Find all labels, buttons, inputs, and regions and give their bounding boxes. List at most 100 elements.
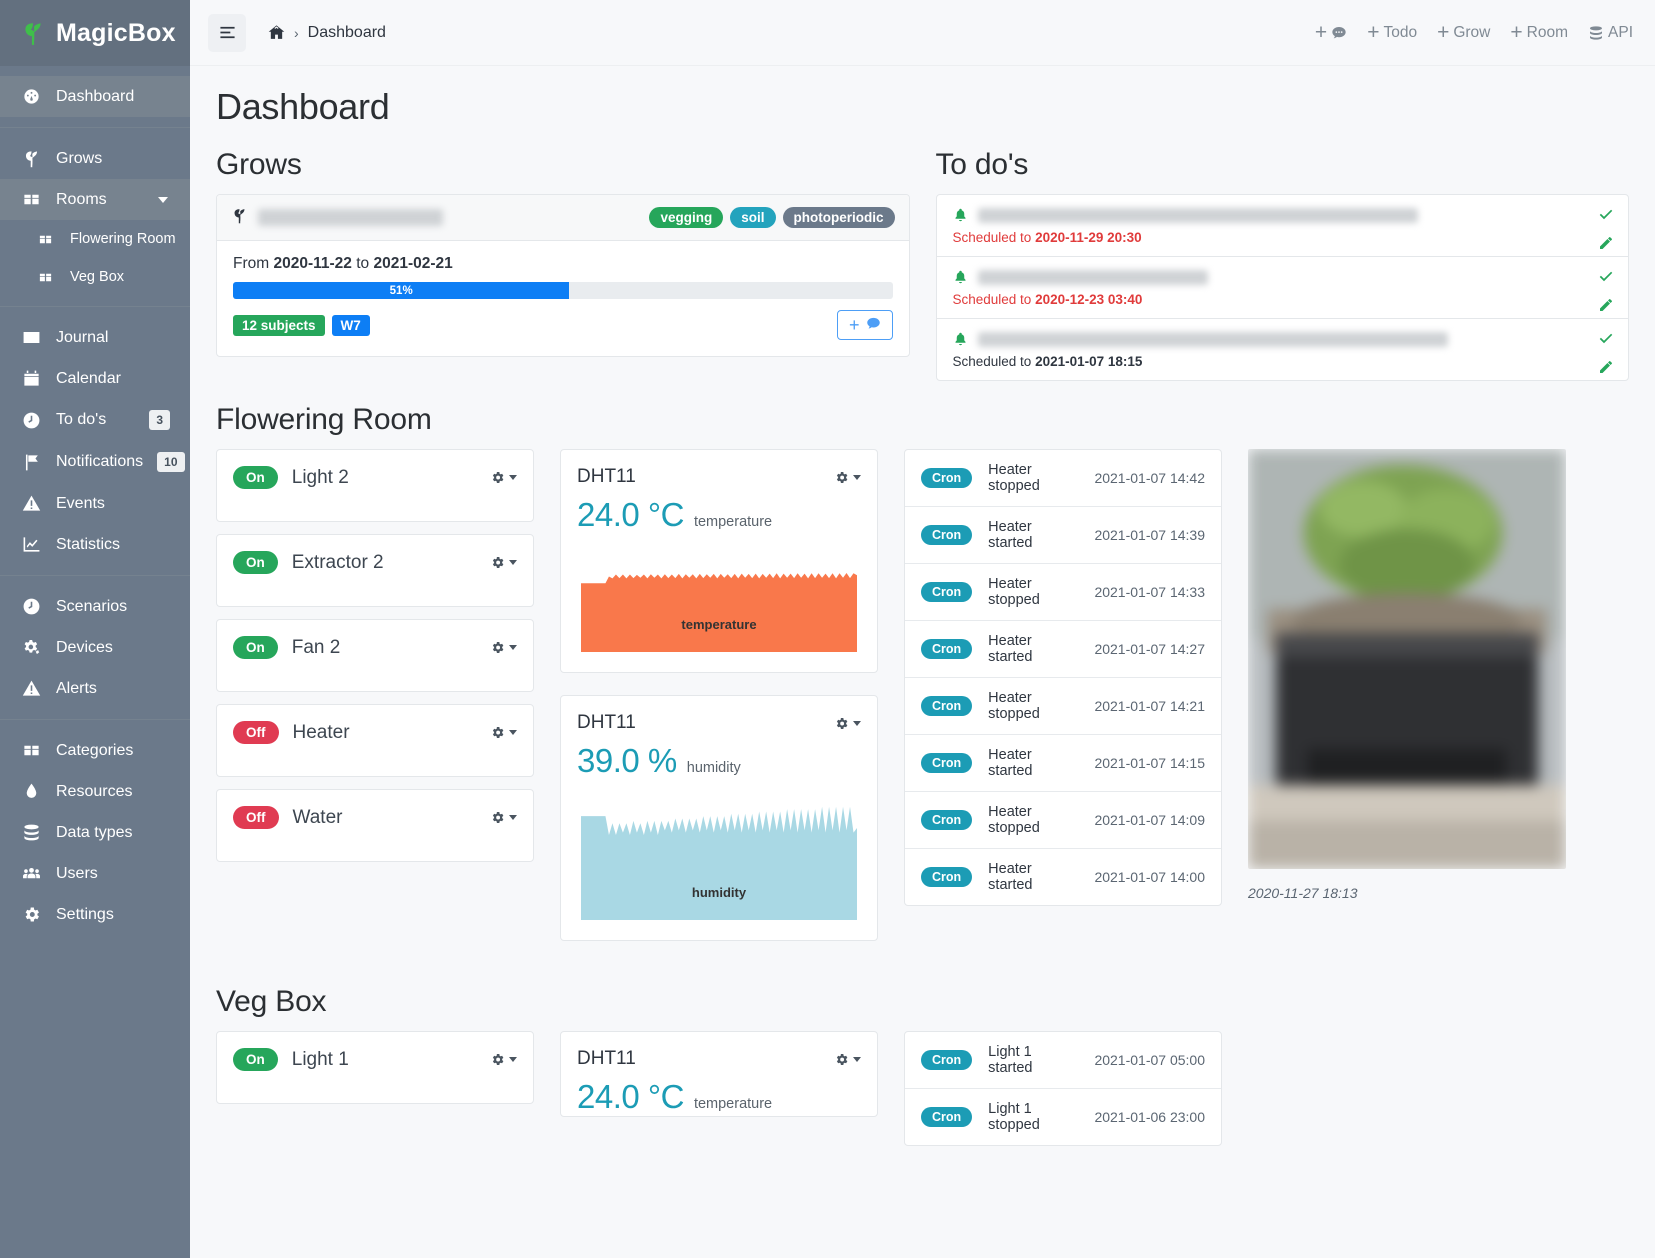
device-card[interactable]: On Fan 2 (216, 619, 534, 692)
sidebar-item-rooms[interactable]: Rooms (0, 179, 190, 220)
sensor-card-humidity[interactable]: DHT11 39.0 % humidity humidity (560, 695, 878, 941)
sensor-chart-humidity: humidity (581, 802, 857, 920)
gear-icon[interactable] (834, 716, 861, 731)
gear-icon[interactable] (490, 640, 517, 655)
sidebar-item-events[interactable]: Events (0, 483, 190, 524)
grow-card[interactable]: Critical Cheese #1 vegging soil photoper… (216, 194, 910, 357)
event-row[interactable]: Cron Heater stopped 2021-01-07 14:33 (905, 564, 1221, 621)
device-state-toggle[interactable]: On (233, 551, 278, 574)
add-room-button[interactable]: + Room (1510, 22, 1568, 43)
gear-icon[interactable] (834, 470, 861, 485)
event-row[interactable]: Cron Heater started 2021-01-07 14:27 (905, 621, 1221, 678)
sidebar-item-journal[interactable]: Journal (0, 317, 190, 358)
sidebar-item-scenarios[interactable]: Scenarios (0, 586, 190, 627)
sidebar-item-users[interactable]: Users (0, 853, 190, 894)
chevron-down-icon (509, 645, 517, 650)
edit-icon[interactable] (1598, 235, 1614, 251)
gear-icon[interactable] (834, 1052, 861, 1067)
list-item[interactable]: Redacted todo item text longer Scheduled… (937, 319, 1629, 380)
brand[interactable]: MagicBox (0, 0, 190, 66)
device-card[interactable]: On Extractor 2 (216, 534, 534, 607)
device-state-toggle[interactable]: On (233, 466, 278, 489)
room-photo-frame[interactable] (1248, 449, 1566, 869)
device-card[interactable]: On Light 1 (216, 1031, 534, 1104)
device-card[interactable]: Off Heater (216, 704, 534, 777)
sidebar-item-settings[interactable]: Settings (0, 894, 190, 935)
event-row[interactable]: Cron Heater started 2021-01-07 14:15 (905, 735, 1221, 792)
sidebar-item-label: Events (56, 494, 105, 512)
sensor-card-temperature[interactable]: DHT11 24.0 °C temperature (560, 1031, 878, 1117)
gear-icon[interactable] (490, 470, 517, 485)
database-icon (20, 823, 42, 842)
grows-section: Grows Critical Cheese #1 vegging soil ph… (216, 144, 910, 381)
sidebar-item-grows[interactable]: Grows (0, 138, 190, 179)
add-comment-button[interactable]: + (1315, 22, 1347, 43)
sensors-column: DHT11 24.0 °C temperature temperature DH… (560, 449, 878, 963)
event-message: Light 1 stopped (988, 1101, 1040, 1133)
sidebar-item-notifications[interactable]: Notifications 10 (0, 441, 190, 483)
event-timestamp: 2021-01-07 14:27 (1094, 641, 1205, 657)
device-state-toggle[interactable]: Off (233, 806, 279, 829)
sidebar-item-dashboard[interactable]: Dashboard (0, 76, 190, 117)
gear-icon[interactable] (490, 725, 517, 740)
event-row[interactable]: Cron Heater stopped 2021-01-07 14:09 (905, 792, 1221, 849)
check-icon[interactable] (1598, 331, 1614, 347)
event-row[interactable]: Cron Heater started 2021-01-07 14:00 (905, 849, 1221, 905)
add-todo-button[interactable]: + Todo (1367, 22, 1417, 43)
sidebar-item-statistics[interactable]: Statistics (0, 524, 190, 565)
event-row[interactable]: Cron Heater stopped 2021-01-07 14:42 (905, 450, 1221, 507)
device-state-toggle[interactable]: Off (233, 721, 279, 744)
sidebar-item-label: Statistics (56, 535, 121, 553)
device-state-toggle[interactable]: On (233, 1048, 278, 1071)
add-grow-button[interactable]: + Grow (1437, 22, 1490, 43)
page-title: Dashboard (216, 86, 390, 127)
sensor-header: DHT11 (561, 1048, 877, 1070)
box-icon (34, 232, 56, 247)
sidebar-item-todos[interactable]: To do's 3 (0, 399, 190, 441)
photo-caption: 2020-11-27 18:13 (1248, 885, 1358, 901)
gear-icon[interactable] (490, 555, 517, 570)
todo-schedule-date: 2021-01-07 18:15 (1035, 354, 1143, 369)
sidebar-item-categories[interactable]: Categories (0, 730, 190, 771)
sidebar-item-label: Journal (56, 328, 109, 346)
sidebar-item-data-types[interactable]: Data types (0, 812, 190, 853)
device-card[interactable]: On Light 2 (216, 449, 534, 522)
sensor-reading: 24.0 °C temperature (561, 488, 877, 534)
event-row[interactable]: Cron Heater started 2021-01-07 14:39 (905, 507, 1221, 564)
edit-icon[interactable] (1598, 359, 1614, 375)
event-timestamp: 2021-01-07 14:21 (1094, 698, 1205, 714)
list-item[interactable]: Redacted todo item text Scheduled to 202… (936, 195, 1628, 257)
gear-icon[interactable] (490, 1052, 517, 1067)
journal-icon (20, 328, 42, 347)
top-sections: Grows Critical Cheese #1 vegging soil ph… (216, 144, 1629, 381)
check-icon[interactable] (1598, 207, 1614, 223)
sidebar-item-veg-box[interactable]: Veg Box (0, 258, 190, 296)
device-card[interactable]: Off Water (216, 789, 534, 862)
sidebar-item-resources[interactable]: Resources (0, 771, 190, 812)
event-timestamp: 2021-01-07 14:39 (1094, 527, 1205, 543)
sidebar-item-devices[interactable]: Devices (0, 627, 190, 668)
event-source-badge: Cron (921, 1107, 973, 1127)
event-message: Heater stopped (988, 690, 1040, 722)
sidebar-item-calendar[interactable]: Calendar (0, 358, 190, 399)
api-button[interactable]: API (1588, 24, 1633, 42)
home-icon[interactable] (268, 24, 285, 41)
check-icon[interactable] (1598, 269, 1614, 285)
sidebar-item-flowering-room[interactable]: Flowering Room (0, 220, 190, 258)
event-message: Light 1 started (988, 1044, 1033, 1076)
edit-icon[interactable] (1598, 297, 1614, 313)
device-state-toggle[interactable]: On (233, 636, 278, 659)
add-grow-note-button[interactable]: + (836, 310, 893, 340)
sensor-card-temperature[interactable]: DHT11 24.0 °C temperature temperature (560, 449, 878, 673)
event-row[interactable]: Cron Light 1 stopped 2021-01-06 23:00 (905, 1089, 1221, 1145)
sidebar-item-alerts[interactable]: Alerts (0, 668, 190, 709)
event-message: Heater stopped (988, 804, 1040, 836)
event-row[interactable]: Cron Light 1 started 2021-01-07 05:00 (905, 1032, 1221, 1089)
event-row[interactable]: Cron Heater stopped 2021-01-07 14:21 (905, 678, 1221, 735)
todo-header: Redacted todo item text (953, 207, 1613, 223)
gear-icon[interactable] (490, 810, 517, 825)
hamburger-icon[interactable] (208, 13, 246, 52)
todo-text-redacted: Redacted todo item text longer (977, 331, 1448, 347)
todo-header: Redacted todo (953, 269, 1613, 285)
list-item[interactable]: Redacted todo Scheduled to 2020-12-23 03… (936, 257, 1628, 319)
